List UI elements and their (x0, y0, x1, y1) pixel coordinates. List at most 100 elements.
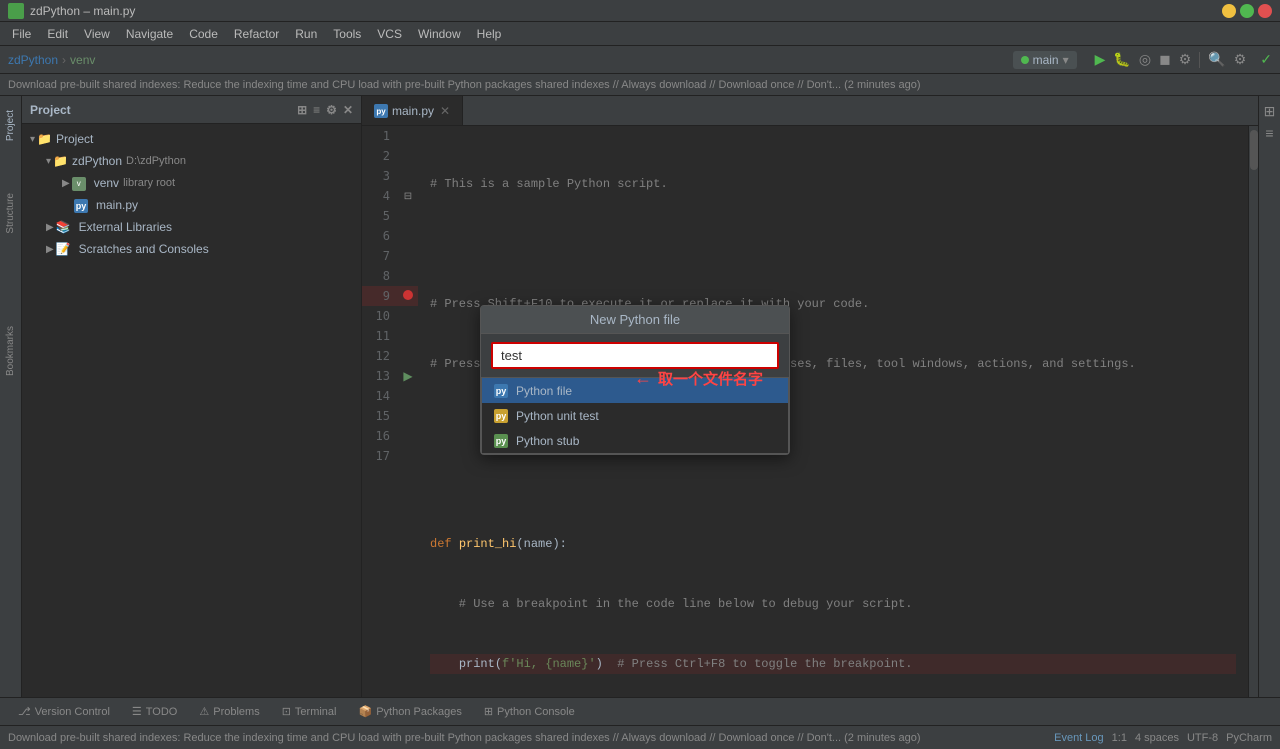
code-line-7: def print_hi(name): (430, 534, 1236, 554)
left-sidebar-tabs: Project Structure Bookmarks (0, 96, 22, 697)
menu-edit[interactable]: Edit (39, 25, 76, 43)
breadcrumb-project[interactable]: zdPython (8, 53, 58, 67)
python-stub-icon: py (494, 433, 508, 448)
ide-info: PyCharm (1226, 732, 1272, 744)
collapse-all-icon[interactable]: ≡ (313, 103, 320, 117)
tree-label-zdpython-path: D:\zdPython (126, 155, 186, 167)
vertical-scrollbar[interactable] (1248, 126, 1258, 697)
cursor-position: 1:1 (1112, 732, 1127, 744)
chevron-down-icon: ▾ (30, 134, 35, 145)
maximize-button[interactable] (1240, 4, 1254, 18)
tab-version-control[interactable]: ⎇ Version Control (8, 703, 120, 720)
menu-view[interactable]: View (76, 25, 118, 43)
menu-refactor[interactable]: Refactor (226, 25, 287, 43)
tab-problems[interactable]: ⚠ Problems (189, 703, 269, 720)
tree-label-venv: venv (94, 176, 119, 190)
bookmarks-tab[interactable]: Bookmarks (1, 320, 20, 382)
window-title: zdPython – main.py (30, 4, 1222, 18)
line-4: 4 ⊟ (362, 186, 418, 206)
right-sidebar: ⊞ ≡ (1258, 96, 1280, 697)
close-button[interactable] (1258, 4, 1272, 18)
line-1: 1 (362, 126, 418, 146)
tab-close-icon[interactable]: ✕ (440, 104, 450, 118)
run-config-selector[interactable]: main ▾ (1013, 51, 1077, 69)
breadcrumb-venv[interactable]: venv (70, 53, 95, 67)
bottom-toolbar: ⎇ Version Control ☰ TODO ⚠ Problems ⊡ Te… (0, 697, 1280, 725)
minimize-button[interactable] (1222, 4, 1236, 18)
menu-tools[interactable]: Tools (325, 25, 369, 43)
indent-info: 4 spaces (1135, 732, 1179, 744)
scrollbar-thumb[interactable] (1250, 130, 1258, 170)
code-line-1: # This is a sample Python script. (430, 174, 1236, 194)
debug-button[interactable]: 🐛 (1113, 51, 1130, 68)
line-16: 16 (362, 426, 418, 446)
menu-navigate[interactable]: Navigate (118, 25, 181, 43)
menu-help[interactable]: Help (469, 25, 510, 43)
line-3: 3 (362, 166, 418, 186)
line-17: 17 (362, 446, 418, 466)
dropdown-label-python-unit-test: Python unit test (516, 409, 599, 423)
python-test-icon: py (494, 408, 508, 423)
external-libs-icon: 📚 (56, 220, 71, 234)
settings-button[interactable]: ⚙ (1234, 51, 1247, 68)
dropdown-label-python-file: Python file (516, 384, 572, 398)
tab-python-console[interactable]: ⊞ Python Console (474, 703, 585, 720)
tree-item-project[interactable]: ▾ 📁 Project (22, 128, 361, 150)
tab-terminal[interactable]: ⊡ Terminal (272, 703, 347, 720)
menu-run[interactable]: Run (287, 25, 325, 43)
event-log-label[interactable]: Event Log (1054, 732, 1104, 744)
line-numbers: 1 2 3 4 ⊟ 5 (362, 126, 418, 466)
venv-icon: v (72, 175, 86, 191)
line-5: 5 (362, 206, 418, 226)
chevron-right-icon: ▶ (62, 178, 70, 189)
run-status-dot (1021, 56, 1029, 64)
menu-file[interactable]: File (4, 25, 39, 43)
tree-label-project: Project (56, 132, 93, 146)
line-6: 6 (362, 226, 418, 246)
app-icon (8, 3, 24, 19)
python-file-icon: py (494, 383, 508, 398)
tree-label-scratches: Scratches and Consoles (79, 242, 209, 256)
code-line-6 (430, 474, 1236, 494)
expand-all-icon[interactable]: ⊞ (297, 103, 307, 117)
new-filename-input[interactable] (491, 342, 779, 369)
tab-python-icon: py (374, 103, 388, 119)
dialog-title: New Python file (481, 306, 789, 334)
menu-code[interactable]: Code (181, 25, 226, 43)
tree-item-venv[interactable]: ▶ v venv library root (22, 172, 361, 194)
search-everywhere-button[interactable]: 🔍 (1208, 51, 1225, 68)
tab-python-packages[interactable]: 📦 Python Packages (349, 703, 472, 720)
menu-vcs[interactable]: VCS (369, 25, 410, 43)
stop-button[interactable]: ◼ (1159, 51, 1171, 68)
project-tab[interactable]: Project (1, 104, 20, 147)
problems-icon: ⚠ (199, 705, 209, 718)
right-sidebar-icon-2[interactable]: ≡ (1261, 124, 1279, 142)
editor-tab-mainpy[interactable]: py main.py ✕ (362, 96, 463, 125)
folder-icon: 📁 (53, 154, 68, 168)
tab-todo[interactable]: ☰ TODO (122, 703, 187, 720)
tree-item-zdpython[interactable]: ▾ 📁 zdPython D:\zdPython (22, 150, 361, 172)
right-sidebar-icon-1[interactable]: ⊞ (1261, 102, 1279, 120)
tree-item-mainpy[interactable]: py main.py (22, 194, 361, 216)
breakpoint-marker (403, 290, 413, 300)
dropdown-item-python-file[interactable]: py Python file (482, 378, 788, 403)
chevron-down-icon: ▾ (1063, 53, 1069, 67)
tree-label-zdpython: zdPython (72, 154, 122, 168)
tree-item-scratches[interactable]: ▶ 📝 Scratches and Consoles (22, 238, 361, 260)
build-button[interactable]: ⚙ (1179, 51, 1192, 68)
dropdown-item-python-unit-test[interactable]: py Python unit test (482, 403, 788, 428)
dropdown-item-python-stub[interactable]: py Python stub (482, 428, 788, 453)
scratches-icon: 📝 (56, 242, 71, 256)
tree-item-external[interactable]: ▶ 📚 External Libraries (22, 216, 361, 238)
menu-window[interactable]: Window (410, 25, 469, 43)
line-2: 2 (362, 146, 418, 166)
line-9: 9 (362, 286, 418, 306)
close-panel-icon[interactable]: ✕ (343, 103, 353, 117)
run-coverage-button[interactable]: ◎ (1139, 51, 1151, 68)
python-file-icon: py (74, 198, 88, 213)
structure-tab[interactable]: Structure (1, 187, 20, 240)
run-toolbar: ▶ 🐛 ◎ ◼ ⚙ 🔍 ⚙ (1087, 51, 1255, 68)
run-button[interactable]: ▶ (1095, 51, 1106, 68)
title-bar: zdPython – main.py (0, 0, 1280, 22)
show-options-icon[interactable]: ⚙ (326, 103, 337, 117)
